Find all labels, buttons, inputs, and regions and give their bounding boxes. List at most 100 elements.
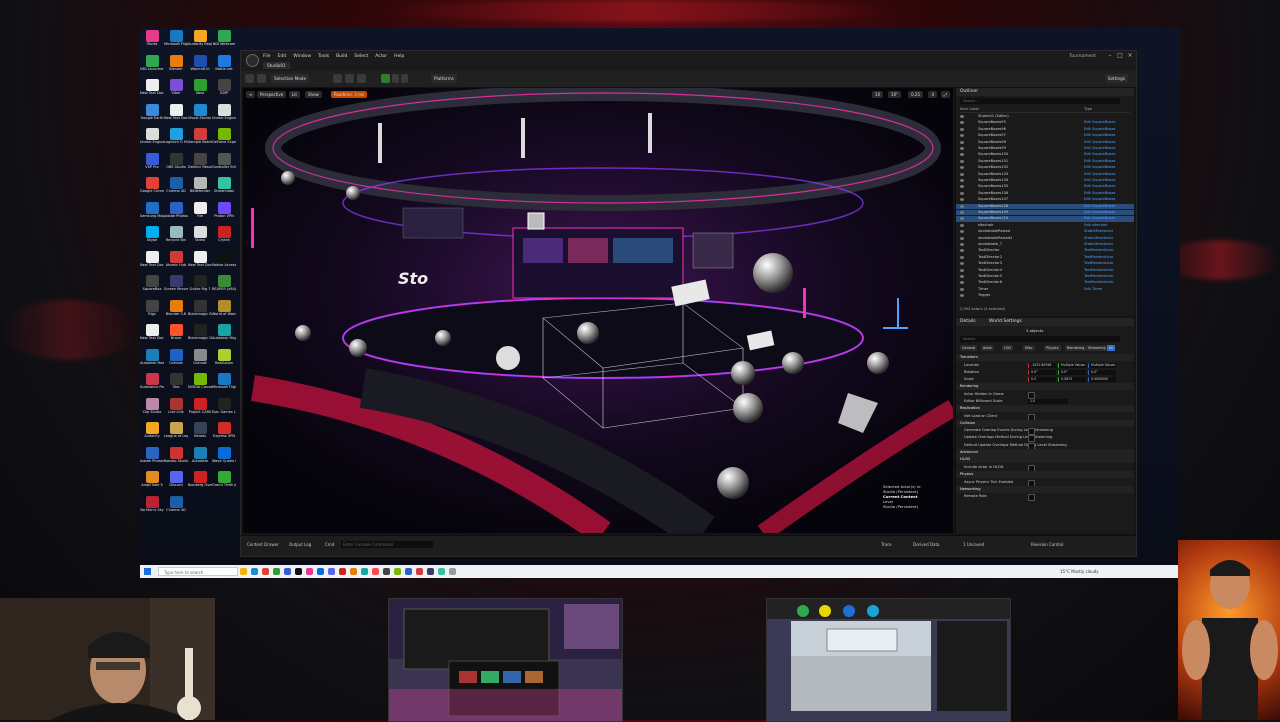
details-filter-tab[interactable]: Streaming bbox=[1086, 345, 1108, 351]
outliner-item-type[interactable]: TextRenderActor bbox=[1084, 248, 1114, 253]
visibility-eye-icon[interactable] bbox=[960, 153, 964, 157]
details-section-header[interactable]: Rendering bbox=[956, 383, 1134, 391]
outliner-item-type[interactable]: Edit SquareBoxes bbox=[1084, 120, 1115, 125]
outliner-row[interactable]: TextDirector TextRenderActor bbox=[956, 248, 1134, 253]
menu-window[interactable]: Window bbox=[293, 54, 311, 59]
desktop-icon[interactable]: Microsoft Flight Si... bbox=[212, 373, 236, 395]
property-checkbox[interactable] bbox=[1028, 494, 1035, 502]
vector-field[interactable]: 0.5000000 bbox=[1088, 376, 1116, 382]
visibility-eye-icon[interactable] bbox=[960, 262, 964, 266]
desktop-icon[interactable]: Bitdefender bbox=[188, 177, 212, 199]
desktop-icon[interactable]: Discord bbox=[164, 471, 188, 493]
outliner-row[interactable]: studiotable_7 StaticMeshActor bbox=[956, 242, 1134, 247]
desktop-icon[interactable]: Wave Queen Link bbox=[212, 446, 236, 469]
outliner-row[interactable]: sitechair Edit sitechair bbox=[956, 223, 1134, 228]
details-section-header[interactable]: Advanced bbox=[956, 448, 1134, 456]
desktop-icon[interactable]: Adobe Photoshop bbox=[140, 446, 164, 469]
outliner-item-type[interactable]: Edit SquareBoxes bbox=[1084, 191, 1115, 196]
outliner-item-type[interactable]: StaticMeshActor bbox=[1084, 242, 1113, 247]
outliner-row[interactable]: SquareBoxes100 Edit SquareBoxes bbox=[956, 152, 1134, 157]
outliner-row[interactable]: SquareBoxes98 Edit SquareBoxes bbox=[956, 140, 1134, 145]
content-drawer-button[interactable]: Content Drawer bbox=[247, 542, 279, 547]
desktop-icon[interactable]: Recycle Bin bbox=[164, 226, 188, 248]
desktop-icon[interactable]: Blackmagic RAW bbox=[188, 299, 212, 322]
viewport-options-button[interactable]: ≡ bbox=[246, 91, 256, 98]
outliner-row[interactable]: TextDirector4 TextRenderActor bbox=[956, 268, 1134, 273]
blueprint-icon[interactable] bbox=[345, 74, 354, 83]
menu-tools[interactable]: Tools bbox=[318, 54, 329, 59]
world-settings-tab[interactable]: World Settings bbox=[989, 319, 1022, 324]
visibility-eye-icon[interactable] bbox=[960, 204, 964, 208]
desktop-icon[interactable]: Blender 3.6 bbox=[164, 299, 188, 322]
taskbar-app-icon[interactable] bbox=[240, 568, 247, 575]
taskbar-app-icon[interactable] bbox=[306, 568, 313, 575]
maximize-icon[interactable]: □ bbox=[1116, 53, 1124, 59]
taskbar-app-icon[interactable] bbox=[284, 568, 291, 575]
visibility-eye-icon[interactable] bbox=[960, 166, 964, 170]
vector-field[interactable]: Multiple Values bbox=[1058, 362, 1086, 368]
stop-icon[interactable] bbox=[401, 74, 408, 83]
desktop-icon[interactable]: File bbox=[188, 201, 212, 224]
trace-button[interactable]: Trace bbox=[881, 542, 892, 547]
taskbar-app-icon[interactable] bbox=[339, 568, 346, 575]
vector-field[interactable]: 0.5 bbox=[1028, 376, 1056, 382]
desktop-icon[interactable]: Live Link bbox=[164, 397, 188, 420]
details-search-input[interactable]: Search bbox=[960, 336, 1120, 342]
desktop-icon[interactable]: New Text Docume... bbox=[164, 103, 188, 126]
outliner-row[interactable]: SquareBoxes101 Edit SquareBoxes bbox=[956, 159, 1134, 164]
desktop-icon[interactable]: Skype bbox=[140, 226, 164, 248]
desktop-icon[interactable]: Viber bbox=[164, 79, 188, 101]
desktop-icon[interactable]: Google Chrome bbox=[140, 177, 164, 199]
vector-field[interactable]: -1052.60596 bbox=[1028, 362, 1056, 368]
taskbar-search-input[interactable]: Type here to search bbox=[158, 567, 238, 576]
desktop-icon[interactable]: Visual Studio Code bbox=[188, 103, 212, 126]
outliner-item-type[interactable]: Edit SquareBoxes bbox=[1084, 172, 1115, 177]
desktop-icon[interactable]: Autodesk bbox=[188, 446, 212, 469]
visibility-eye-icon[interactable] bbox=[960, 268, 964, 272]
desktop-icon[interactable]: Audacity Reply bbox=[188, 30, 212, 52]
taskbar-app-icon[interactable] bbox=[361, 568, 368, 575]
desktop-icon[interactable]: Warcraft III bbox=[188, 54, 212, 77]
visibility-eye-icon[interactable] bbox=[960, 255, 964, 259]
scene-thumbnail-2[interactable] bbox=[766, 598, 1011, 722]
desktop-icon[interactable]: Unreal Engine bbox=[140, 128, 164, 150]
outliner-row[interactable]: TextDirector6 TextRenderActor bbox=[956, 280, 1134, 285]
level-viewport[interactable]: Sto ≡ Perspective Lit Show Realtime: 3 m… bbox=[243, 88, 953, 533]
visibility-eye-icon[interactable] bbox=[960, 217, 964, 221]
taskbar-app-icon[interactable] bbox=[394, 568, 401, 575]
desktop-icon[interactable]: Cinema 4D bbox=[164, 495, 188, 518]
desktop-icon[interactable]: Streamlabs bbox=[212, 177, 236, 199]
menu-actor[interactable]: Actor bbox=[375, 54, 387, 59]
visibility-eye-icon[interactable] bbox=[960, 191, 964, 195]
desktop-icon[interactable]: Blackmagic Design bbox=[188, 324, 212, 346]
details-filter-tab[interactable]: All bbox=[1107, 345, 1116, 351]
menu-help[interactable]: Help bbox=[394, 54, 404, 59]
outliner-search-input[interactable]: Search... bbox=[960, 98, 1120, 104]
grid-snap-value[interactable]: 10 bbox=[871, 91, 883, 98]
scene-thumbnail-1[interactable] bbox=[388, 598, 623, 722]
visibility-eye-icon[interactable] bbox=[960, 172, 964, 176]
outliner-row[interactable]: studiotableRaised2 StaticMeshActor bbox=[956, 236, 1134, 241]
outliner-row[interactable]: SquareBoxes96 Edit SquareBoxes bbox=[956, 127, 1134, 132]
desktop-icon[interactable]: Atomic Hub bbox=[164, 250, 188, 273]
desktop-icon[interactable]: Xbox bbox=[188, 79, 212, 101]
desktop-icon[interactable]: Obs bbox=[164, 373, 188, 395]
unsaved-button[interactable]: 1 Unsaved bbox=[963, 542, 984, 547]
outliner-row[interactable]: SquareBoxes95 Edit SquareBoxes bbox=[956, 120, 1134, 125]
outliner-item-type[interactable]: Edit SquareBoxes bbox=[1084, 178, 1115, 183]
desktop-icon[interactable]: Cinema 4D bbox=[164, 177, 188, 199]
visibility-eye-icon[interactable] bbox=[960, 287, 964, 291]
vector-field[interactable]: 0.5875 bbox=[1058, 376, 1086, 382]
visibility-eye-icon[interactable] bbox=[960, 275, 964, 278]
desktop-icon[interactable]: AmpliTube 5 bbox=[140, 471, 164, 493]
desktop-icon[interactable]: Clip Studio bbox=[140, 397, 164, 420]
show-button[interactable]: Show bbox=[305, 91, 322, 98]
outliner-item-type[interactable]: Edit SquareBoxes bbox=[1084, 152, 1115, 157]
taskbar-app-icon[interactable] bbox=[273, 568, 280, 575]
visibility-eye-icon[interactable] bbox=[960, 198, 964, 202]
taskbar-app-icon[interactable] bbox=[416, 568, 423, 575]
desktop-icon[interactable]: Adobe Photoshop bbox=[164, 201, 188, 224]
desktop-icon[interactable]: Unreal Engine bbox=[212, 103, 236, 126]
desktop-icon[interactable]: Brave bbox=[164, 324, 188, 346]
visibility-eye-icon[interactable] bbox=[960, 236, 964, 240]
